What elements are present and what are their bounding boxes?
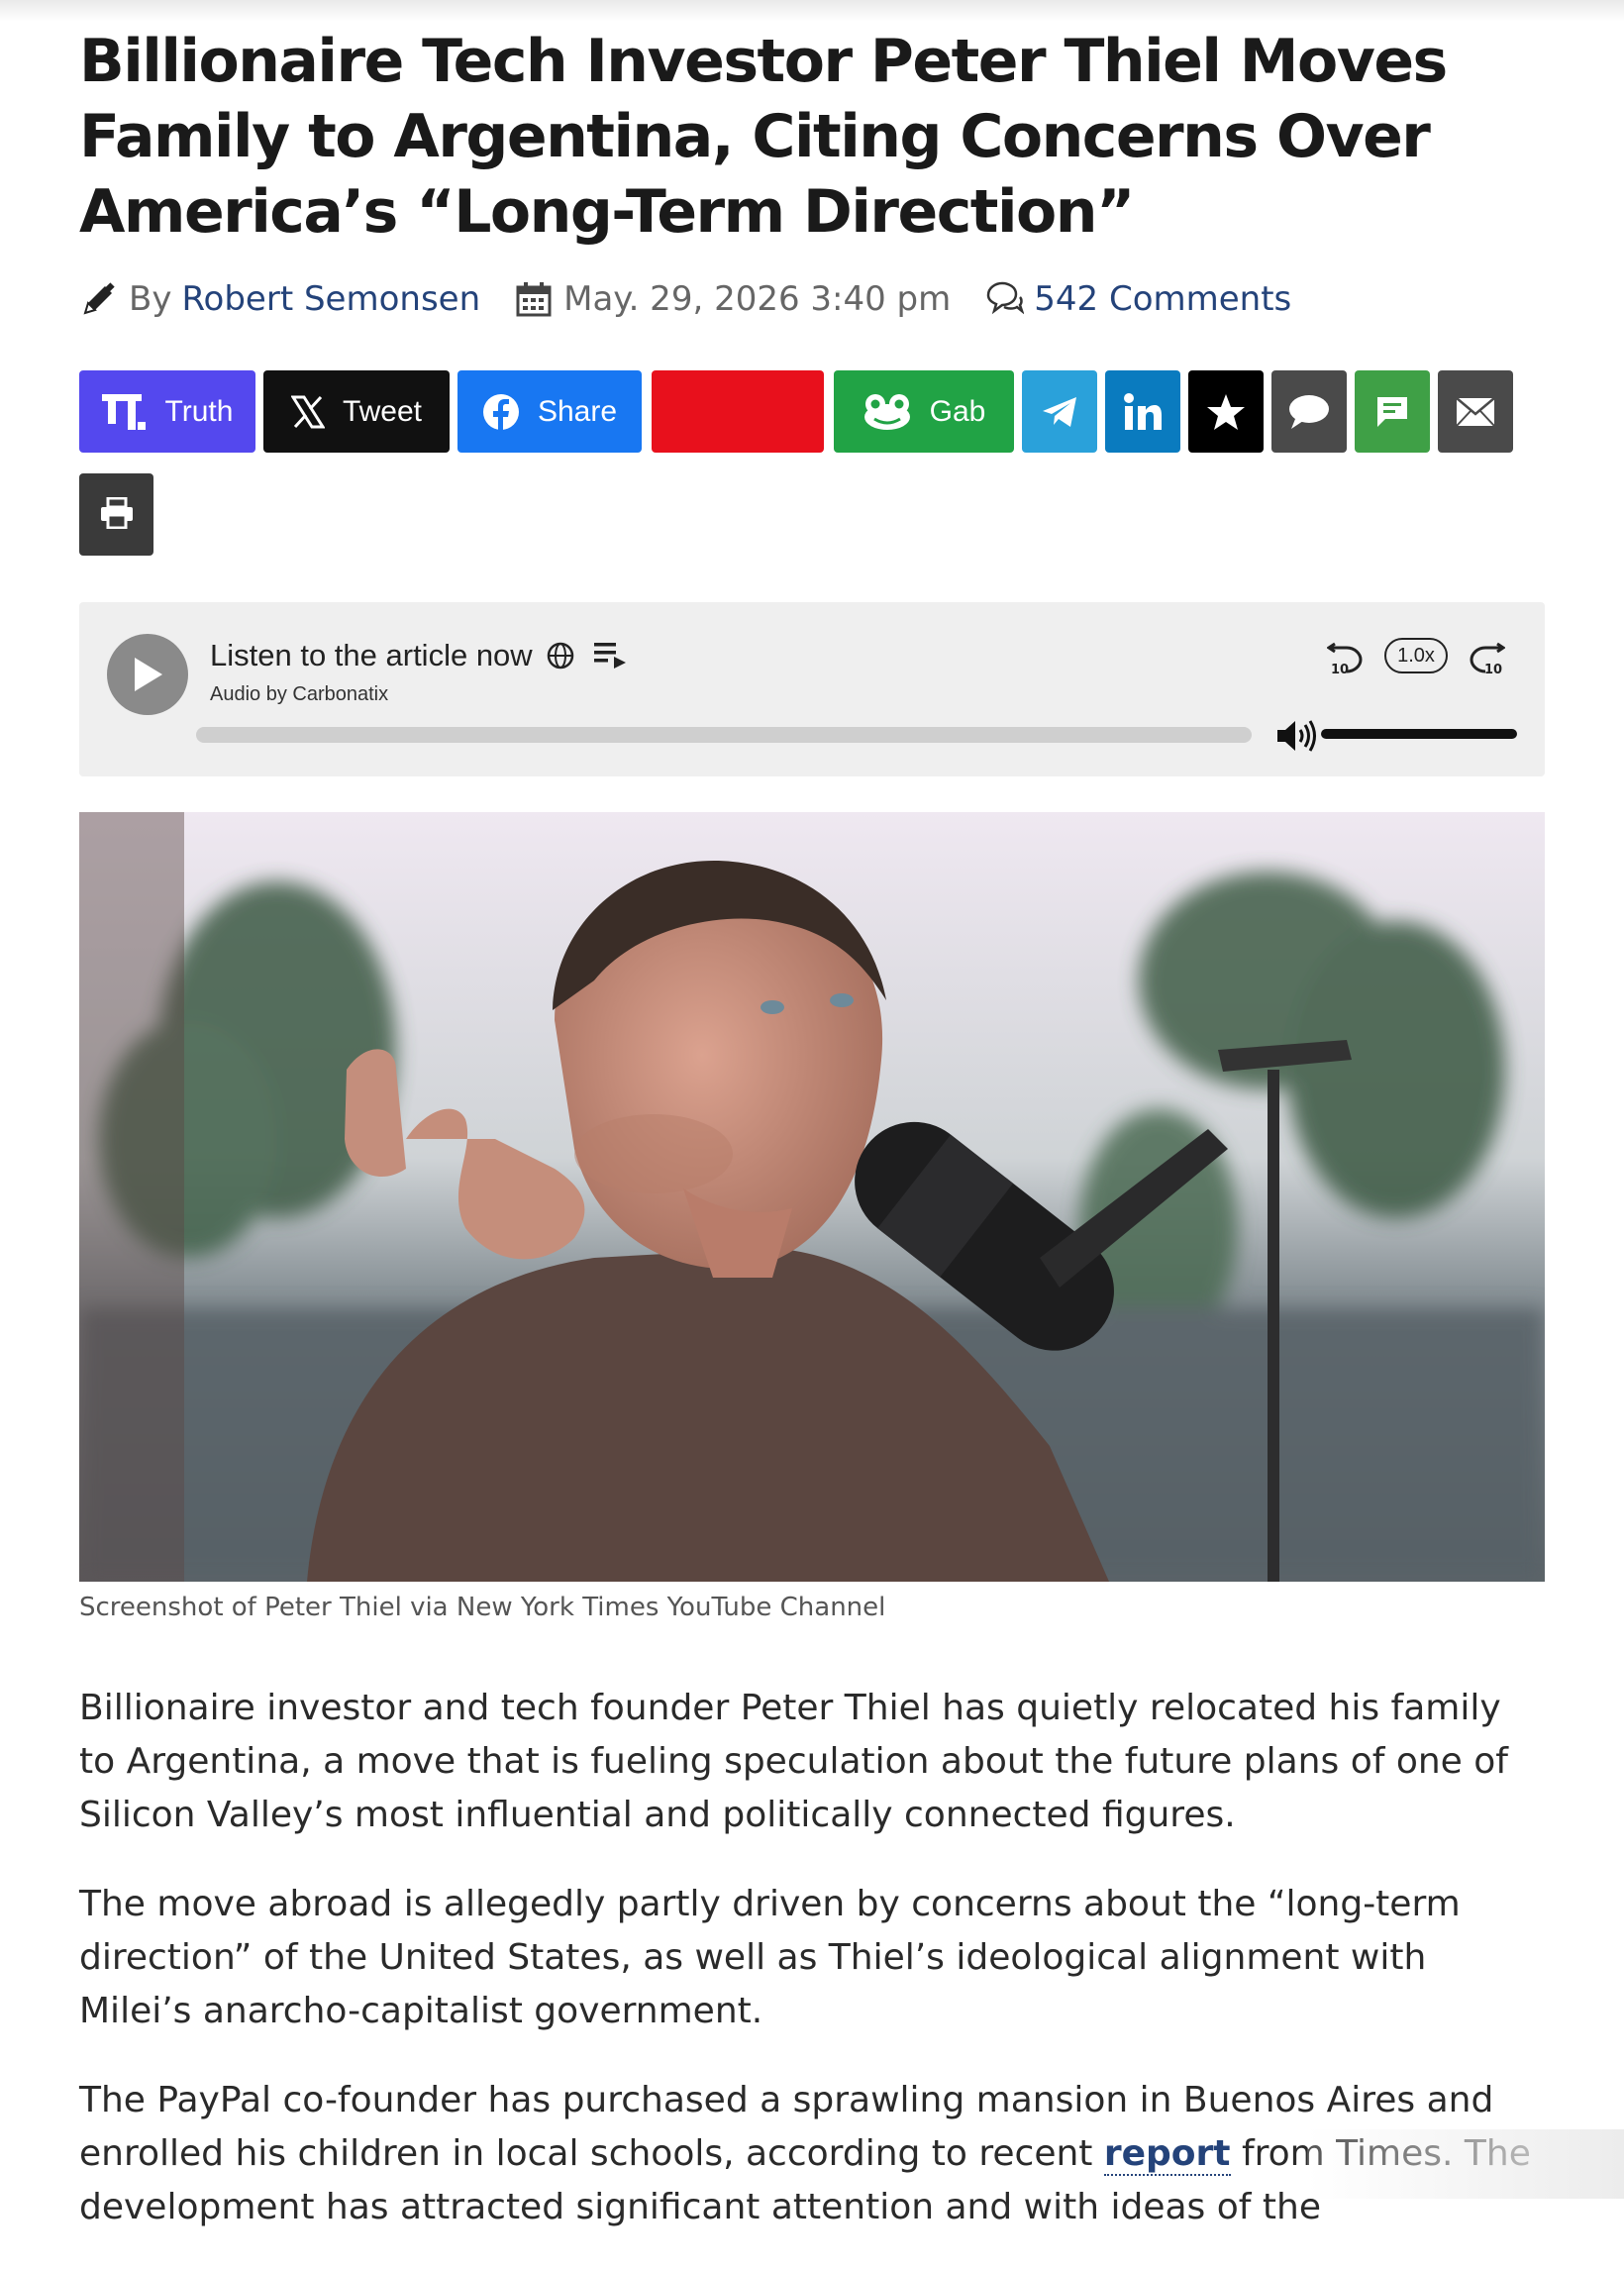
pencil-icon [79, 279, 119, 319]
report-link[interactable]: report [1103, 2133, 1231, 2176]
publish-date: May. 29, 2026 3:40 pm [514, 279, 951, 319]
bookmark-star-button[interactable] [1188, 370, 1264, 453]
gab-frog-icon [863, 393, 912, 431]
telegram-icon [1041, 395, 1078, 429]
paragraph-2: The move abroad is allegedly partly driv… [79, 1884, 1461, 2031]
linkedin-button[interactable] [1105, 370, 1180, 453]
share-label: Share [537, 394, 618, 428]
gab-label: Gab [929, 394, 986, 428]
audio-progress-bar[interactable] [196, 727, 1252, 743]
svg-text:10: 10 [1484, 663, 1502, 677]
share-buttons: Truth Tweet Share Gab [79, 370, 1545, 454]
audio-credit: Audio by Carbonatix [210, 683, 389, 705]
volume-slider[interactable] [1321, 729, 1517, 739]
comments-icon [984, 279, 1025, 319]
article-meta: By Robert Semonsen May. 29, 2026 3:40 pm… [79, 273, 1545, 325]
date-text: May. 29, 2026 3:40 pm [563, 279, 952, 319]
image-caption: Screenshot of Peter Thiel via New York T… [79, 1593, 886, 1622]
article-hero-image [79, 812, 1545, 1582]
truth-label: Truth [164, 394, 234, 428]
tweet-label: Tweet [342, 394, 423, 428]
comments-count[interactable]: 542 Comments [984, 279, 1291, 319]
truth-social-button[interactable]: Truth [79, 370, 255, 453]
email-button[interactable] [1438, 370, 1513, 453]
byline: By Robert Semonsen [79, 279, 480, 319]
article-title: Billionaire Tech Investor Peter Thiel Mo… [79, 27, 1448, 247]
peter-thiel-photo [79, 812, 1545, 1582]
comments-link[interactable]: 542 Comments [1034, 279, 1291, 319]
x-icon [290, 395, 325, 429]
truth-social-icon [101, 393, 148, 430]
play-icon [135, 658, 162, 691]
facebook-icon [482, 393, 520, 431]
paragraph-1: Billionaire investor and tech founder Pe… [79, 1688, 1508, 1835]
linkedin-icon [1123, 392, 1163, 432]
audio-player: Listen to the article now Audio by Carbo… [79, 602, 1545, 776]
tweet-button[interactable]: Tweet [263, 370, 450, 453]
facebook-share-button[interactable]: Share [457, 370, 642, 453]
playlist-icon[interactable] [593, 641, 630, 671]
top-shadow [0, 0, 1624, 22]
envelope-icon [1456, 396, 1495, 427]
playback-speed-button[interactable]: 1.0x [1384, 638, 1448, 673]
gab-button[interactable]: Gab [834, 370, 1014, 453]
print-button[interactable] [79, 473, 153, 556]
sms-icon [1375, 395, 1409, 429]
calendar-icon [514, 279, 554, 319]
speech-bubble-icon [1287, 393, 1331, 431]
byline-prefix: By [129, 279, 172, 319]
svg-text:10: 10 [1331, 663, 1349, 677]
globe-icon[interactable] [547, 642, 574, 670]
star-icon [1206, 392, 1246, 432]
corner-watermark [1307, 2129, 1624, 2199]
player-title-row: Listen to the article now [210, 638, 630, 673]
author-link[interactable]: Robert Semonsen [181, 279, 480, 319]
play-button[interactable] [107, 634, 188, 715]
forward-10-icon[interactable]: 10 [1468, 638, 1505, 677]
rewind-10-icon[interactable]: 10 [1327, 638, 1365, 677]
player-title: Listen to the article now [210, 638, 533, 672]
telegram-button[interactable] [1022, 370, 1097, 453]
printer-icon [100, 496, 134, 533]
redacted-share-button[interactable] [652, 370, 824, 453]
comment-share-button[interactable] [1271, 370, 1347, 453]
volume-icon[interactable] [1275, 719, 1317, 753]
sms-button[interactable] [1355, 370, 1430, 453]
